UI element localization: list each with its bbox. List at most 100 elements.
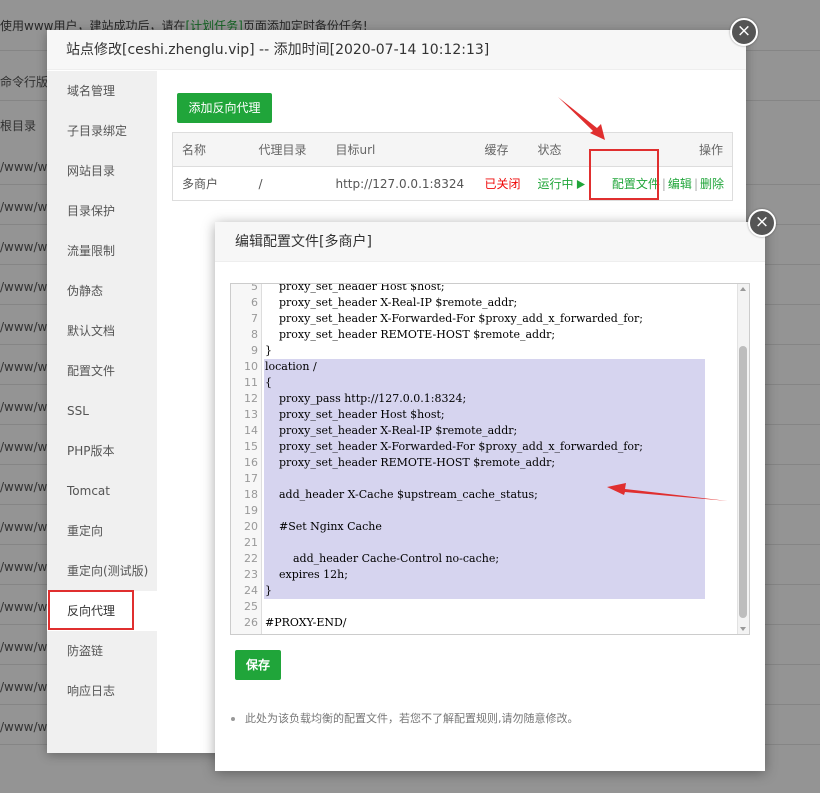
col-cache-header: 缓存 bbox=[475, 132, 529, 167]
nav-item[interactable]: 响应日志 bbox=[47, 671, 157, 711]
line-number: 17 bbox=[244, 472, 258, 485]
code-line: 24} bbox=[231, 583, 739, 599]
bullet-icon bbox=[231, 717, 235, 721]
code-line: 12 proxy_pass http://127.0.0.1:8324; bbox=[231, 391, 739, 407]
code-line: 14 proxy_set_header X-Real-IP $remote_ad… bbox=[231, 423, 739, 439]
code-line: 26 #PROXY-END/ bbox=[231, 615, 739, 631]
line-number: 26 bbox=[244, 616, 258, 629]
site-modal-close-button[interactable]: × bbox=[730, 18, 758, 46]
nav-item[interactable]: 域名管理 bbox=[47, 71, 157, 111]
code-line: 8 proxy_set_header REMOTE-HOST $remote_a… bbox=[231, 327, 739, 343]
run-status-toggle[interactable]: 运行中 bbox=[538, 177, 585, 191]
line-text: location / bbox=[265, 360, 317, 373]
line-text: add_header X-Cache $upstream_cache_statu… bbox=[265, 488, 538, 501]
line-text: proxy_set_header X-Real-IP $remote_addr; bbox=[265, 296, 518, 309]
proxy-name: 多商户 bbox=[182, 177, 219, 191]
nav-highlight bbox=[48, 590, 134, 630]
code-line: 6 proxy_set_header X-Real-IP $remote_add… bbox=[231, 295, 739, 311]
nav-item[interactable]: SSL bbox=[47, 391, 157, 431]
editor-close-button[interactable]: × bbox=[748, 209, 776, 237]
nav-item[interactable]: 网站目录 bbox=[47, 151, 157, 191]
code-line: 22 add_header Cache-Control no-cache; bbox=[231, 551, 739, 567]
config-file-highlight bbox=[589, 149, 659, 200]
line-number: 21 bbox=[244, 536, 258, 549]
line-text: proxy_set_header Host $host; bbox=[265, 408, 445, 421]
editor-scrollbar[interactable] bbox=[737, 284, 749, 634]
col-dir-header: 代理目录 bbox=[249, 132, 327, 167]
config-editor-modal: 编辑配置文件[多商户] 5 proxy_set_header Host $hos… bbox=[215, 222, 765, 771]
edit-link[interactable]: 编辑 bbox=[668, 177, 692, 191]
line-number: 5 bbox=[251, 283, 258, 293]
action-separator: | bbox=[693, 177, 698, 191]
nav-item[interactable]: 伪静态 bbox=[47, 271, 157, 311]
nav-item[interactable]: 默认文档 bbox=[47, 311, 157, 351]
line-text: } bbox=[265, 344, 272, 357]
line-number: 16 bbox=[244, 456, 258, 469]
line-text: #PROXY-END/ bbox=[265, 616, 347, 629]
nav-item[interactable]: PHP版本 bbox=[47, 431, 157, 471]
code-line: 10 location / bbox=[231, 359, 739, 375]
code-lines: 5 proxy_set_header Host $host; 6 proxy_se… bbox=[231, 283, 739, 631]
code-line: 20 #Set Nginx Cache bbox=[231, 519, 739, 535]
save-button[interactable]: 保存 bbox=[235, 650, 281, 680]
line-number: 11 bbox=[244, 376, 258, 389]
line-number: 25 bbox=[244, 600, 258, 613]
play-icon bbox=[576, 180, 585, 189]
nav-item[interactable]: Tomcat bbox=[47, 471, 157, 511]
close-icon: × bbox=[754, 212, 770, 232]
line-number: 22 bbox=[244, 552, 258, 565]
nav-item[interactable]: 目录保护 bbox=[47, 191, 157, 231]
line-number: 12 bbox=[244, 392, 258, 405]
nav-item[interactable]: 重定向 bbox=[47, 511, 157, 551]
add-reverse-proxy-button[interactable]: 添加反向代理 bbox=[177, 93, 272, 123]
editor-tip: 此处为该负载均衡的配置文件，若您不了解配置规则,请勿随意修改。 bbox=[231, 710, 579, 726]
line-number: 7 bbox=[251, 312, 258, 325]
line-text: proxy_set_header X-Real-IP $remote_addr; bbox=[265, 424, 518, 437]
nav-item[interactable]: 配置文件 bbox=[47, 351, 157, 391]
line-text: proxy_set_header X-Forwarded-For $proxy_… bbox=[265, 312, 643, 325]
line-text: } bbox=[265, 584, 272, 597]
nav-item[interactable]: 子目录绑定 bbox=[47, 111, 157, 151]
line-text: expires 12h; bbox=[265, 568, 348, 581]
col-url-header: 目标url bbox=[326, 132, 476, 167]
line-text: #Set Nginx Cache bbox=[265, 520, 382, 533]
line-number: 20 bbox=[244, 520, 258, 533]
col-name-header: 名称 bbox=[172, 132, 250, 167]
code-line: 25 bbox=[231, 599, 739, 615]
code-line: 15 proxy_set_header X-Forwarded-For $pro… bbox=[231, 439, 739, 455]
code-line: 17 bbox=[231, 471, 739, 487]
line-text: proxy_set_header REMOTE-HOST $remote_add… bbox=[265, 328, 556, 341]
line-number: 9 bbox=[251, 344, 258, 357]
delete-link[interactable]: 删除 bbox=[700, 177, 724, 191]
scroll-up-icon[interactable] bbox=[740, 287, 746, 291]
nav-item[interactable]: 防盗链 bbox=[47, 631, 157, 671]
line-number: 23 bbox=[244, 568, 258, 581]
line-number: 13 bbox=[244, 408, 258, 421]
line-text: proxy_set_header Host $host; bbox=[265, 283, 445, 293]
code-line: 21 bbox=[231, 535, 739, 551]
site-modal-title: 站点修改[ceshi.zhenglu.vip] -- 添加时间[2020-07-… bbox=[47, 30, 746, 70]
code-line: 5 proxy_set_header Host $host; bbox=[231, 283, 739, 295]
nav-item[interactable]: 流量限制 bbox=[47, 231, 157, 271]
line-text: { bbox=[265, 376, 272, 389]
line-number: 24 bbox=[244, 584, 258, 597]
line-number: 8 bbox=[251, 328, 258, 341]
code-line: 7 proxy_set_header X-Forwarded-For $prox… bbox=[231, 311, 739, 327]
code-line: 13 proxy_set_header Host $host; bbox=[231, 407, 739, 423]
scrollbar-thumb[interactable] bbox=[739, 346, 747, 618]
nav-item[interactable]: 重定向(测试版) bbox=[47, 551, 157, 591]
editor-title: 编辑配置文件[多商户] bbox=[215, 222, 765, 262]
code-line: 19 bbox=[231, 503, 739, 519]
line-number: 10 bbox=[244, 360, 258, 373]
proxy-dir: / bbox=[258, 176, 263, 191]
line-number: 18 bbox=[244, 488, 258, 501]
line-text: proxy_set_header X-Forwarded-For $proxy_… bbox=[265, 440, 643, 453]
action-separator: | bbox=[661, 177, 666, 191]
scroll-down-icon[interactable] bbox=[740, 627, 746, 631]
code-line: 9} bbox=[231, 343, 739, 359]
line-text: proxy_set_header REMOTE-HOST $remote_add… bbox=[265, 456, 556, 469]
code-editor[interactable]: 5 proxy_set_header Host $host; 6 proxy_se… bbox=[230, 283, 750, 635]
code-line: 11 { bbox=[231, 375, 739, 391]
cache-status-toggle[interactable]: 已关闭 bbox=[485, 177, 521, 191]
code-line: 16 proxy_set_header REMOTE-HOST $remote_… bbox=[231, 455, 739, 471]
